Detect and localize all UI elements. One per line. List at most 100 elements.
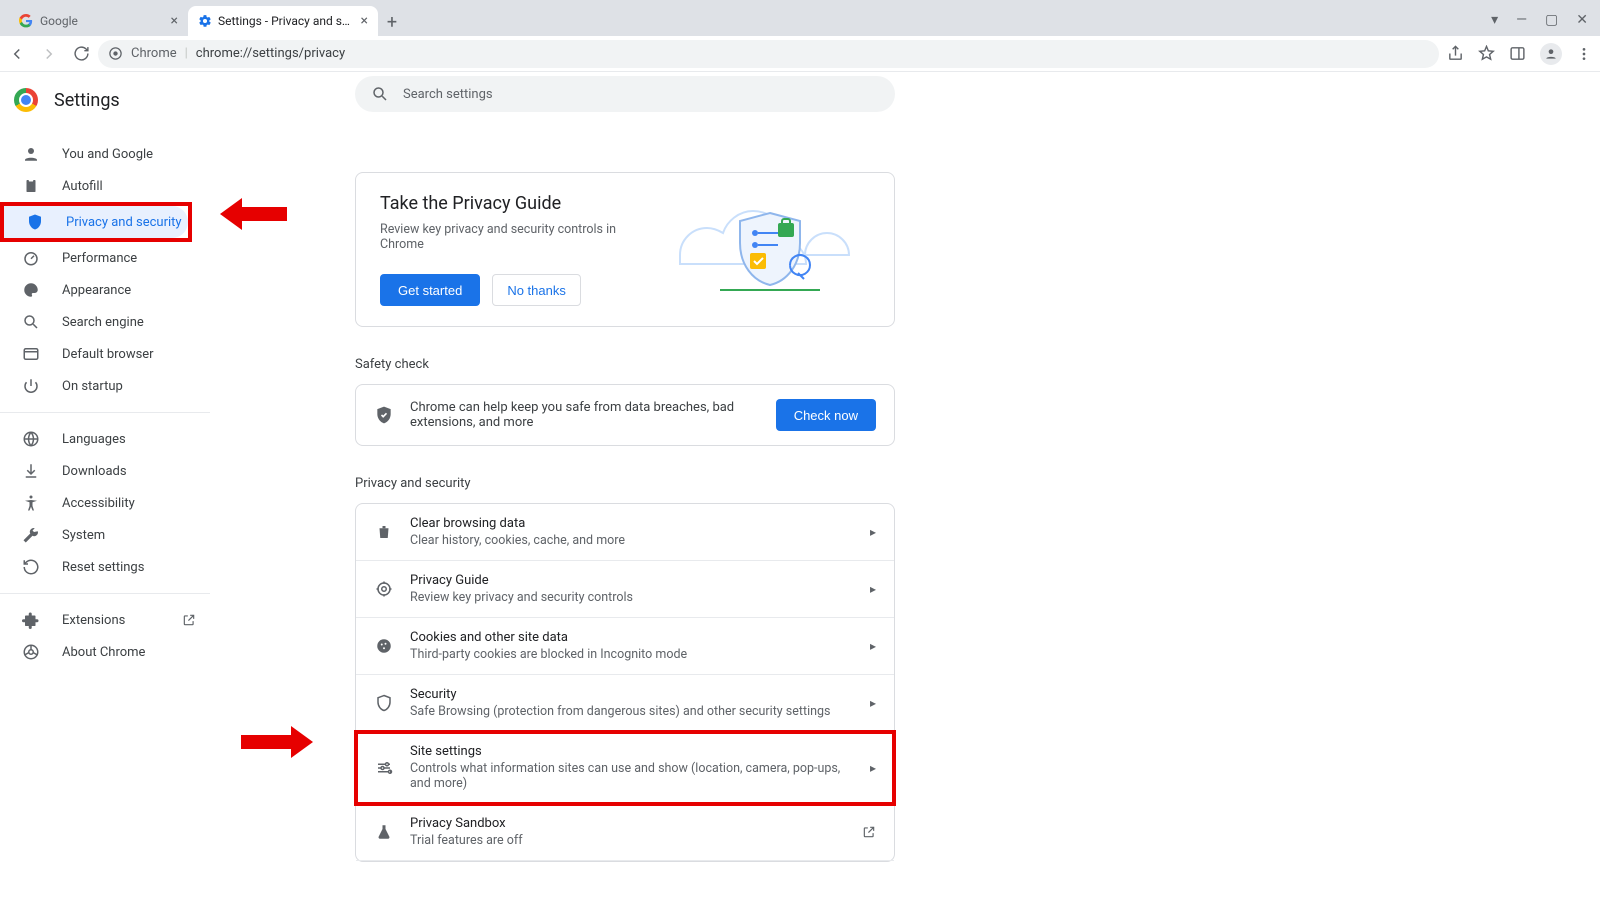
download-icon: [22, 462, 40, 480]
profile-avatar[interactable]: [1540, 43, 1562, 65]
check-now-button[interactable]: Check now: [776, 399, 876, 431]
sidebar-item-label: Extensions: [62, 613, 125, 628]
row-privacy-guide[interactable]: Privacy Guide Review key privacy and secu…: [356, 561, 894, 618]
sidebar-divider: [0, 593, 210, 594]
cookie-icon: [374, 637, 394, 655]
side-panel-icon[interactable]: [1509, 45, 1526, 62]
row-security[interactable]: SecuritySafe Browsing (protection from d…: [356, 675, 894, 732]
row-site-settings[interactable]: Site settings Controls what information s…: [356, 732, 894, 804]
close-tab-icon[interactable]: ×: [171, 13, 178, 29]
sidebar-item-reset[interactable]: Reset settings: [0, 551, 210, 583]
palette-icon: [22, 281, 40, 299]
chrome-icon: [22, 643, 40, 661]
globe-icon: [22, 430, 40, 448]
sidebar-item-autofill[interactable]: Autofill: [0, 170, 210, 202]
safety-check-text: Chrome can help keep you safe from data …: [410, 400, 760, 430]
sidebar-item-appearance[interactable]: Appearance: [0, 274, 210, 306]
privacy-guide-card: Take the Privacy Guide Review key privac…: [355, 172, 895, 327]
get-started-button[interactable]: Get started: [380, 274, 480, 306]
annotation-arrow-site-settings: [241, 726, 313, 758]
external-link-icon: [862, 825, 876, 839]
sidebar-divider: [0, 412, 210, 413]
minimize-icon[interactable]: —: [1516, 12, 1527, 28]
row-cookies[interactable]: Cookies and other site dataThird-party c…: [356, 618, 894, 675]
page-title: Settings: [54, 90, 120, 111]
sidebar-item-performance[interactable]: Performance: [0, 242, 210, 274]
row-subtitle: Clear history, cookies, cache, and more: [410, 533, 854, 548]
row-subtitle: Third-party cookies are blocked in Incog…: [410, 647, 854, 662]
gear-icon: [198, 13, 212, 29]
sidebar-item-default-browser[interactable]: Default browser: [0, 338, 210, 370]
forward-icon[interactable]: [40, 45, 58, 63]
row-subtitle: Controls what information sites can use …: [410, 761, 854, 791]
browser-icon: [22, 345, 40, 363]
sidebar-item-system[interactable]: System: [0, 519, 210, 551]
browser-toolbar: Chrome | chrome://settings/privacy: [0, 36, 1600, 72]
sidebar-item-extensions[interactable]: Extensions: [0, 604, 210, 636]
sidebar-item-label: You and Google: [62, 147, 153, 162]
sidebar-item-on-startup[interactable]: On startup: [0, 370, 210, 402]
privacy-guide-subtitle: Review key privacy and security controls…: [380, 222, 650, 252]
tab-settings-privacy[interactable]: Settings - Privacy and security ×: [188, 6, 378, 36]
external-link-icon: [182, 613, 196, 627]
tab-google[interactable]: Google ×: [8, 6, 188, 36]
clipboard-icon: [22, 177, 40, 195]
puzzle-icon: [22, 611, 40, 629]
sidebar-item-label: Appearance: [62, 283, 131, 298]
person-icon: [22, 145, 40, 163]
sidebar-item-label: Search engine: [62, 315, 144, 330]
settings-sidebar: You and Google Autofill Privacy and secu…: [0, 128, 210, 902]
row-title: Site settings: [410, 744, 854, 759]
tune-icon: [374, 759, 394, 777]
chevron-down-icon[interactable]: ▾: [1491, 12, 1498, 28]
sidebar-item-label: Downloads: [62, 464, 127, 479]
sidebar-item-accessibility[interactable]: Accessibility: [0, 487, 210, 519]
omnibox-scheme: Chrome: [131, 46, 177, 61]
sidebar-item-languages[interactable]: Languages: [0, 423, 210, 455]
omnibox-url: chrome://settings/privacy: [196, 46, 345, 61]
browser-tab-strip: Google × Settings - Privacy and security…: [0, 0, 1600, 36]
sidebar-item-search-engine[interactable]: Search engine: [0, 306, 210, 338]
shield-icon: [26, 213, 44, 231]
reload-icon[interactable]: [72, 45, 90, 63]
row-title: Clear browsing data: [410, 516, 854, 531]
row-title: Security: [410, 687, 854, 702]
reset-icon: [22, 558, 40, 576]
back-icon[interactable]: [8, 45, 26, 63]
highlight-privacy-security: Privacy and security: [0, 202, 192, 242]
close-tab-icon[interactable]: ×: [361, 13, 368, 29]
safety-check-card: Chrome can help keep you safe from data …: [355, 384, 895, 446]
kebab-menu-icon[interactable]: [1576, 46, 1592, 62]
omnibox[interactable]: Chrome | chrome://settings/privacy: [98, 40, 1439, 68]
no-thanks-button[interactable]: No thanks: [492, 274, 581, 306]
sidebar-item-about-chrome[interactable]: About Chrome: [0, 636, 210, 668]
privacy-security-list: Clear browsing data Clear history, cookie…: [355, 503, 895, 862]
chevron-right-icon: ▸: [870, 639, 876, 653]
search-placeholder: Search settings: [403, 87, 493, 102]
sidebar-item-you-and-google[interactable]: You and Google: [0, 138, 210, 170]
safety-check-heading: Safety check: [355, 357, 895, 372]
sidebar-item-label: On startup: [62, 379, 123, 394]
share-icon[interactable]: [1447, 45, 1464, 62]
new-tab-button[interactable]: +: [378, 8, 406, 36]
sidebar-item-label: About Chrome: [62, 645, 145, 660]
search-icon: [22, 313, 40, 331]
row-subtitle: Review key privacy and security controls: [410, 590, 854, 605]
chrome-logo-icon: [14, 88, 38, 112]
bookmark-icon[interactable]: [1478, 45, 1495, 62]
sidebar-item-downloads[interactable]: Downloads: [0, 455, 210, 487]
sidebar-item-privacy-security[interactable]: Privacy and security: [4, 206, 188, 238]
close-window-icon[interactable]: ✕: [1576, 12, 1588, 28]
sidebar-item-label: Accessibility: [62, 496, 135, 511]
privacy-security-heading: Privacy and security: [355, 476, 895, 491]
row-privacy-sandbox[interactable]: Privacy SandboxTrial features are off: [356, 804, 894, 861]
row-clear-browsing-data[interactable]: Clear browsing data Clear history, cookie…: [356, 504, 894, 561]
row-title: Privacy Guide: [410, 573, 854, 588]
sidebar-item-label: Reset settings: [62, 560, 144, 575]
privacy-guide-title: Take the Privacy Guide: [380, 193, 650, 214]
chevron-right-icon: ▸: [870, 761, 876, 775]
maximize-icon[interactable]: ▢: [1545, 12, 1558, 28]
sidebar-item-label: Default browser: [62, 347, 154, 362]
row-subtitle: Trial features are off: [410, 833, 846, 848]
settings-search[interactable]: Search settings: [355, 76, 895, 112]
